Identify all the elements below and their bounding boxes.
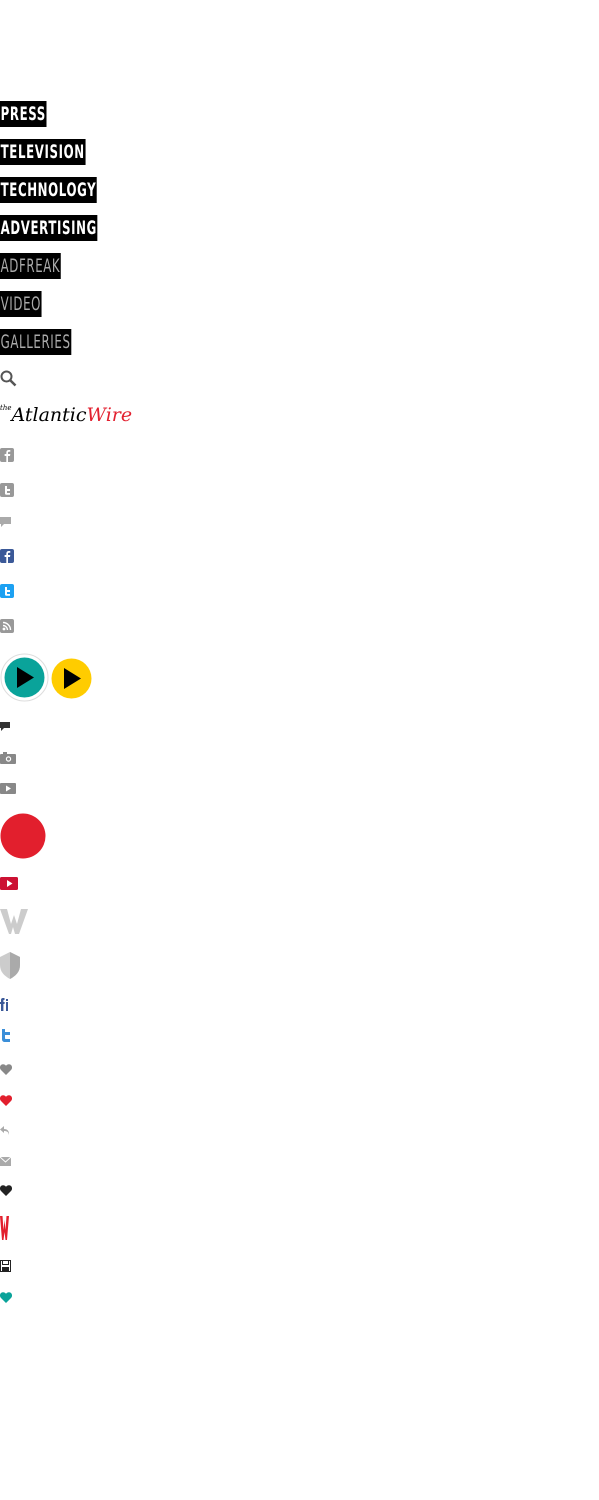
- shield-icon: [0, 952, 20, 979]
- atlantic-wire-logo[interactable]: theAtlanticWire: [0, 404, 132, 426]
- comment-dark-icon: [0, 722, 11, 733]
- search-icon[interactable]: [0, 370, 17, 387]
- video-red-icon: [0, 877, 18, 890]
- w-red-icon: [0, 1216, 9, 1240]
- w-logo-icon: [0, 907, 28, 935]
- logo-wire: Wire: [86, 404, 133, 426]
- twitter-gray-icon[interactable]: [0, 483, 14, 497]
- logo-atlantic: Atlantic: [11, 404, 87, 426]
- nav-advertising[interactable]: ADVERTISING: [0, 215, 98, 241]
- play-yellow-icon[interactable]: [51, 658, 92, 699]
- facebook-small-icon: [0, 997, 10, 1011]
- facebook-gray-icon[interactable]: [0, 448, 14, 462]
- email-icon: [0, 1157, 11, 1166]
- red-circle-icon: [0, 813, 46, 859]
- nav-adfreak[interactable]: ADFREAK: [0, 253, 61, 279]
- nav-television[interactable]: TELEVISION: [0, 139, 86, 165]
- twitter-color-icon[interactable]: [0, 584, 14, 598]
- comment-gray-icon[interactable]: [0, 517, 12, 529]
- twitter-small-icon: [0, 1029, 12, 1044]
- nav-galleries[interactable]: GALLERIES: [0, 329, 72, 355]
- facebook-color-icon[interactable]: [0, 549, 14, 563]
- reply-icon: [0, 1125, 10, 1137]
- heart-red-icon: [0, 1095, 12, 1106]
- nav-technology[interactable]: TECHNOLOGY: [0, 177, 97, 203]
- video-icon: [0, 783, 16, 794]
- logo-the: the: [0, 404, 12, 412]
- save-icon: [0, 1260, 11, 1272]
- rss-icon[interactable]: [0, 619, 14, 633]
- heart-black-icon: [0, 1185, 12, 1196]
- heart-gray-icon: [0, 1064, 12, 1075]
- heart-teal-icon: [0, 1292, 12, 1303]
- nav-video[interactable]: VIDEO: [0, 291, 42, 317]
- nav-press[interactable]: PRESS: [0, 101, 47, 127]
- camera-icon: [0, 752, 16, 764]
- play-teal-icon[interactable]: [0, 653, 49, 702]
